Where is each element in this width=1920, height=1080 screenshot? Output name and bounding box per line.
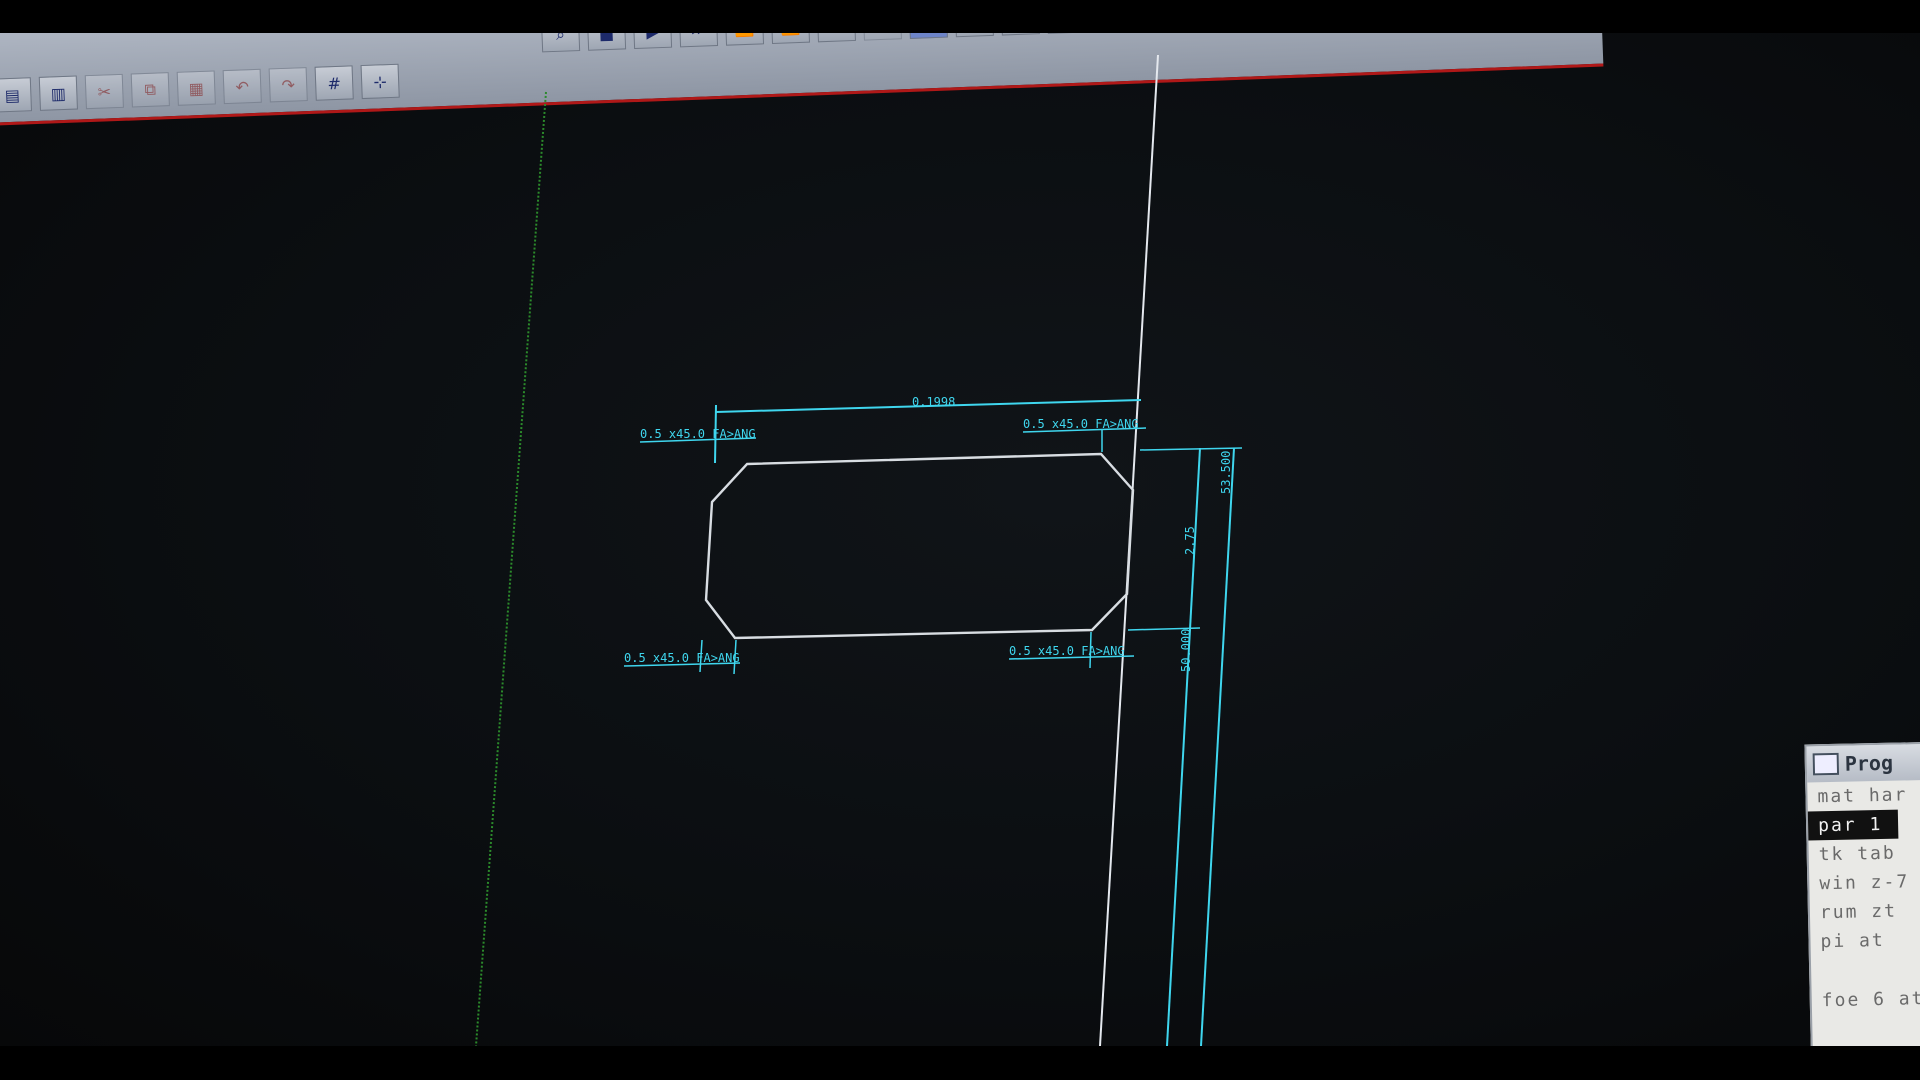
program-line-selected[interactable]: par 1 bbox=[1807, 809, 1899, 841]
program-line[interactable]: tk tab bbox=[1808, 838, 1920, 870]
program-window[interactable]: Prog mat har par 1 tk tab win z-7 rum zt… bbox=[1804, 741, 1920, 1046]
letterbox-top bbox=[0, 0, 1920, 33]
part-profile bbox=[704, 452, 1135, 640]
program-line[interactable]: win z-7 bbox=[1809, 867, 1920, 899]
dim-right-outer-line bbox=[1200, 447, 1235, 1046]
letterbox-bottom bbox=[0, 1046, 1920, 1080]
dim-top-length-text: 0.1998 bbox=[912, 395, 955, 409]
program-line[interactable]: mat har bbox=[1807, 780, 1920, 812]
dim-right-mid-text: 2.75 bbox=[1183, 526, 1197, 555]
dim-right-bottom-text: 50.000 bbox=[1179, 629, 1193, 672]
cad-screen: ⌕ ■ ▶ ⏭ ⏩ ⏪ ⏮ ▣ ▭ ! ▾ □ ▬ ◫ ▤ ▥ ✂ ⧉ ▦ ↶ … bbox=[0, 33, 1920, 1046]
program-window-titlebar[interactable]: Prog bbox=[1806, 743, 1920, 783]
dim-right-top-text: 53.500 bbox=[1219, 451, 1233, 494]
window-icon bbox=[1812, 752, 1840, 776]
chamfer-bottom-left-text: 0.5 x45.0 FA>ANG bbox=[624, 651, 740, 665]
program-line[interactable]: rum zt bbox=[1810, 896, 1920, 928]
program-window-title: Prog bbox=[1844, 750, 1894, 776]
dim-right-top-ext bbox=[1139, 447, 1243, 451]
program-line[interactable]: foe 6 at bbox=[1811, 984, 1920, 1016]
cad-drawing[interactable]: 0.1998 0.5 x45.0 FA>ANG 0.5 x45.0 FA>ANG… bbox=[0, 33, 1920, 1046]
program-line[interactable]: pi at bbox=[1810, 925, 1920, 957]
chamfer-top-right-text: 0.5 x45.0 FA>ANG bbox=[1023, 417, 1139, 431]
green-axis-line bbox=[475, 91, 547, 1046]
chamfer-top-left-text: 0.5 x45.0 FA>ANG bbox=[640, 427, 756, 441]
chamfer-bottom-right-text: 0.5 x45.0 FA>ANG bbox=[1009, 644, 1125, 658]
